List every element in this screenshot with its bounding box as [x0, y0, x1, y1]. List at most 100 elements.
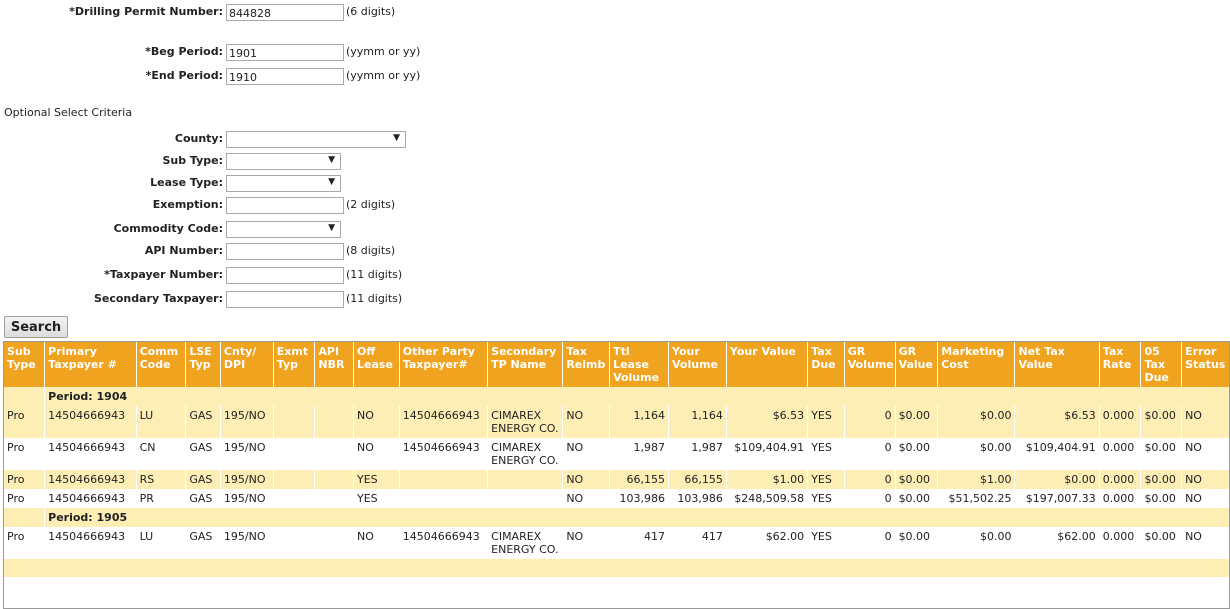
taxpayer-number-input[interactable]	[226, 267, 344, 284]
taxpayer-number-hint: (11 digits)	[346, 268, 403, 281]
table-cell: YES	[807, 527, 845, 559]
col-header: 05 Tax Due	[1140, 342, 1183, 387]
table-cell: YES	[807, 406, 845, 438]
results-table: Sub Type Primary Taxpayer # Comm Code LS…	[4, 342, 1229, 577]
table-cell: $197,007.33	[1014, 489, 1100, 508]
col-header: API NBR	[314, 342, 355, 387]
table-cell	[273, 470, 316, 489]
period-label: Period: 1905	[44, 508, 1229, 527]
permit-input[interactable]	[226, 4, 344, 21]
col-header: Comm Code	[136, 342, 187, 387]
end-period-input[interactable]	[226, 68, 344, 85]
col-header: GR Value	[895, 342, 939, 387]
table-row: Pro 14504666943 LU GAS 195/NO NO 14504666943 CI…	[4, 527, 1229, 559]
table-cell: Pro	[4, 438, 46, 470]
beg-period-input[interactable]	[226, 44, 344, 61]
table-cell: 14504666943	[44, 527, 137, 559]
table-cell: $0.00	[1140, 470, 1183, 489]
table-cell: Pro	[4, 406, 46, 438]
table-cell: Pro	[4, 470, 46, 489]
beg-period-hint: (yymm or yy)	[346, 45, 421, 58]
table-cell: 66,155	[609, 470, 669, 489]
table-cell: LU	[136, 527, 187, 559]
table-cell: 14504666943	[44, 406, 137, 438]
col-header: Tax Reimb	[562, 342, 611, 387]
table-cell: PR	[136, 489, 187, 508]
table-cell: NO	[562, 438, 611, 470]
table-cell: $1.00	[726, 470, 809, 489]
table-cell: GAS	[185, 489, 221, 508]
table-cell: 103,986	[668, 489, 727, 508]
table-cell: 1,164	[609, 406, 669, 438]
table-cell: NO	[1181, 438, 1229, 470]
api-number-input[interactable]	[226, 243, 344, 260]
api-number-hint: (8 digits)	[346, 244, 396, 257]
table-cell: 0	[844, 489, 896, 508]
table-cell: YES	[807, 470, 845, 489]
table-cell: 0	[844, 470, 896, 489]
table-cell: $0.00	[1014, 470, 1100, 489]
table-cell: 0.000	[1099, 470, 1142, 489]
table-cell: 417	[668, 527, 727, 559]
col-header: Error Status	[1181, 342, 1229, 387]
table-cell: $1.00	[937, 470, 1016, 489]
table-cell: $248,509.58	[726, 489, 809, 508]
table-cell: NO	[353, 406, 400, 438]
table-cell	[273, 438, 316, 470]
table-cell: CIMAREX ENERGY CO.	[487, 527, 564, 559]
table-row: Pro 14504666943 RS GAS 195/NO YES NO 66,155 66,1…	[4, 470, 1229, 489]
table-cell: YES	[807, 489, 845, 508]
col-header: Sub Type	[4, 342, 46, 387]
table-cell: NO	[562, 406, 611, 438]
table-cell: LU	[136, 406, 187, 438]
table-cell: NO	[562, 489, 611, 508]
table-cell: $0.00	[895, 470, 939, 489]
table-cell: Pro	[4, 527, 46, 559]
table-cell: $0.00	[937, 438, 1016, 470]
chevron-down-icon: ▼	[328, 155, 335, 165]
period-row: Period: 1905	[4, 508, 1229, 527]
col-header: Off Lease	[353, 342, 400, 387]
table-cell	[314, 489, 355, 508]
table-cell: 0	[844, 527, 896, 559]
table-cell	[314, 470, 355, 489]
county-select[interactable]: ▼	[226, 131, 406, 148]
table-cell: $0.00	[895, 527, 939, 559]
table-cell	[314, 438, 355, 470]
commodity-code-select[interactable]: ▼	[226, 221, 341, 238]
table-cell: 417	[609, 527, 669, 559]
table-cell: NO	[1181, 470, 1229, 489]
col-header: Tax Due	[807, 342, 845, 387]
lease-type-select[interactable]: ▼	[226, 175, 341, 192]
table-cell: CIMAREX ENERGY CO.	[487, 438, 564, 470]
table-cell: YES	[807, 438, 845, 470]
table-cell: 14504666943	[44, 438, 137, 470]
table-cell: NO	[353, 438, 400, 470]
table-cell: 14504666943	[399, 438, 489, 470]
table-cell	[314, 527, 355, 559]
table-cell: NO	[562, 527, 611, 559]
exemption-input[interactable]	[226, 197, 344, 214]
table-row: Pro 14504666943 CN GAS 195/NO NO 14504666943 CI…	[4, 438, 1229, 470]
sub-type-select[interactable]: ▼	[226, 153, 341, 170]
table-cell: $0.00	[895, 489, 939, 508]
col-header: Secondary TP Name	[487, 342, 564, 387]
search-button[interactable]: Search	[4, 316, 68, 338]
period-label: Period: 1904	[44, 387, 1229, 406]
table-cell: $109,404.91	[1014, 438, 1100, 470]
results-grid: Sub Type Primary Taxpayer # Comm Code LS…	[3, 341, 1230, 609]
col-header: Ttl Lease Volume	[609, 342, 669, 387]
secondary-taxpayer-input[interactable]	[226, 291, 344, 308]
col-header: GR Volume	[844, 342, 896, 387]
lease-type-label: Lease Type:	[150, 176, 223, 189]
table-cell: $6.53	[726, 406, 809, 438]
table-cell: $0.00	[937, 406, 1016, 438]
col-header: Exmt Typ	[273, 342, 316, 387]
table-cell: $0.00	[1140, 527, 1183, 559]
table-cell: RS	[136, 470, 187, 489]
optional-criteria-title: Optional Select Criteria	[4, 106, 133, 119]
table-cell: GAS	[185, 406, 221, 438]
col-header: Marketing Cost	[937, 342, 1016, 387]
permit-label: *Drilling Permit Number:	[69, 5, 223, 18]
table-cell: Pro	[4, 489, 46, 508]
